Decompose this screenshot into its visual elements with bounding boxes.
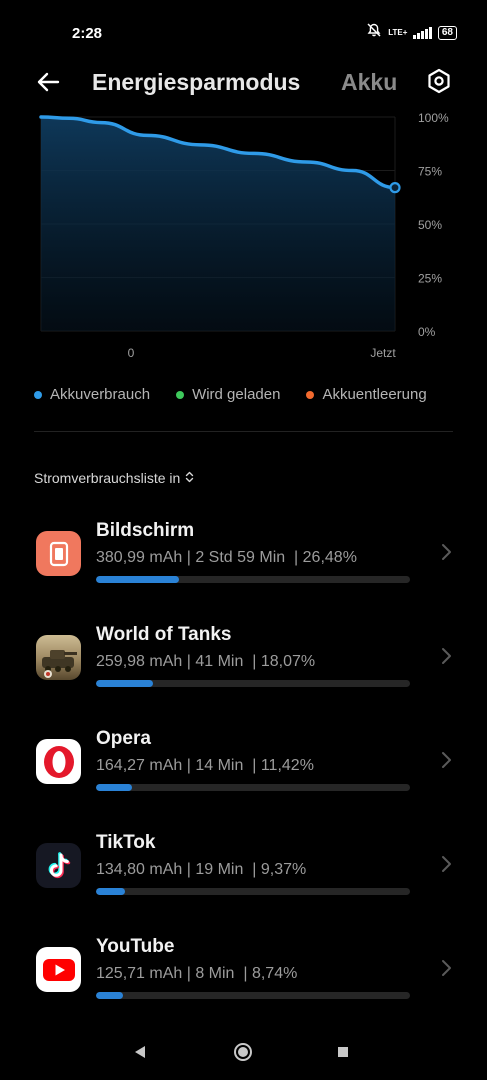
y-tick-label: 100%: [418, 111, 449, 125]
youtube-icon: [36, 947, 81, 992]
divider: [34, 431, 453, 432]
nav-home-icon[interactable]: [231, 1040, 255, 1064]
battery-chart-svg: 100% 75% 50% 25% 0% 0 Jetzt: [39, 111, 449, 360]
chevron-right-icon: [442, 960, 451, 976]
signal-icon: [413, 26, 432, 39]
legend-item-wird-geladen: Wird geladen: [176, 386, 280, 403]
navigation-bar: [0, 1024, 487, 1080]
world-of-tanks-icon: [36, 635, 81, 680]
chevron-right-icon: [442, 856, 451, 872]
usage-bar: [96, 680, 410, 687]
usage-bar-fill: [96, 888, 126, 895]
battery-level: 68: [437, 25, 457, 40]
status-icons: LTE+ 68: [366, 22, 457, 43]
legend-label: Akkuverbrauch: [50, 386, 151, 403]
app-usage-stats: 125,71 mAh | 8 Min | 8,74%: [96, 965, 298, 982]
usage-bar-fill: [96, 784, 132, 791]
usage-bar: [96, 784, 410, 791]
app-name: YouTube: [96, 936, 175, 957]
app-usage-stats: 164,27 mAh | 14 Min | 11,42%: [96, 757, 314, 774]
page-title: Energiesparmodus: [92, 69, 301, 95]
chart-legend: Akkuverbrauch Wird geladen Akkuentleerun…: [34, 386, 457, 403]
screen-icon: [36, 531, 81, 576]
chart-area: [41, 117, 395, 331]
settings-hexagon-icon[interactable]: [424, 66, 454, 96]
nav-back-icon[interactable]: [128, 1040, 152, 1064]
sort-selector[interactable]: Stromverbrauchsliste in: [34, 470, 194, 486]
usage-bar-fill: [96, 680, 153, 687]
app-row-youtube[interactable]: YouTube 125,71 mAh | 8 Min | 8,74%: [0, 922, 487, 1026]
nav-recents-icon[interactable]: [331, 1040, 355, 1064]
usage-bar-fill: [96, 576, 180, 583]
y-tick-label: 75%: [418, 165, 442, 179]
y-tick-label: 25%: [418, 272, 442, 286]
usage-bar: [96, 576, 410, 583]
usage-bar: [96, 888, 410, 895]
app-header: Energiesparmodus Akku: [0, 60, 487, 104]
chevron-right-icon: [442, 648, 451, 664]
legend-label: Wird geladen: [192, 386, 281, 403]
legend-dot-akkuentleerung: [306, 390, 315, 399]
chevron-right-icon: [442, 752, 451, 768]
notifications-off-icon: [366, 22, 382, 43]
list-header-label: Stromverbrauchsliste in: [34, 470, 181, 486]
legend-dot-akkuverbrauch: [34, 390, 42, 399]
tab-akku[interactable]: Akku: [341, 69, 397, 96]
battery-chart: 100% 75% 50% 25% 0% 0 Jetzt: [0, 104, 487, 374]
app-usage-stats: 259,98 mAh | 41 Min | 18,07%: [96, 653, 316, 670]
chart-current-point: [389, 182, 401, 194]
app-row-world-of-tanks[interactable]: World of Tanks 259,98 mAh | 41 Min | 18,…: [0, 610, 487, 714]
app-name: TikTok: [96, 832, 156, 853]
y-tick-label: 50%: [418, 218, 442, 232]
legend-label: Akkuentleerung: [322, 386, 427, 403]
chevron-right-icon: [442, 544, 451, 560]
app-row-opera[interactable]: Opera 164,27 mAh | 14 Min | 11,42%: [0, 714, 487, 818]
usage-bar: [96, 992, 410, 999]
app-name: Opera: [96, 728, 151, 749]
back-arrow-icon[interactable]: [32, 66, 64, 98]
app-usage-stats: 134,80 mAh | 19 Min | 9,37%: [96, 861, 307, 878]
app-row-tiktok[interactable]: TikTok 134,80 mAh | 19 Min | 9,37%: [0, 818, 487, 922]
app-name: Bildschirm: [96, 520, 195, 541]
x-tick-label: Jetzt: [370, 346, 396, 360]
x-tick-label: 0: [128, 346, 135, 360]
network-type: LTE+: [388, 27, 408, 37]
status-time: 2:28: [72, 25, 103, 42]
legend-item-akkuverbrauch: Akkuverbrauch: [34, 386, 150, 403]
y-tick-label: 0%: [418, 325, 436, 339]
app-usage-stats: 380,99 mAh | 2 Std 59 Min | 26,48%: [96, 549, 357, 566]
app-name: World of Tanks: [96, 624, 232, 645]
legend-item-akkuentleerung: Akkuentleerung: [306, 386, 427, 403]
opera-icon: [36, 739, 81, 784]
tiktok-icon: [36, 843, 81, 888]
app-list: Bildschirm 380,99 mAh | 2 Std 59 Min | 2…: [0, 506, 487, 1026]
sort-updown-icon: [185, 470, 194, 486]
usage-bar-fill: [96, 992, 124, 999]
status-bar: 2:28 LTE+ 68: [0, 0, 487, 64]
app-row-bildschirm[interactable]: Bildschirm 380,99 mAh | 2 Std 59 Min | 2…: [0, 506, 487, 610]
legend-dot-wird-geladen: [176, 390, 185, 399]
